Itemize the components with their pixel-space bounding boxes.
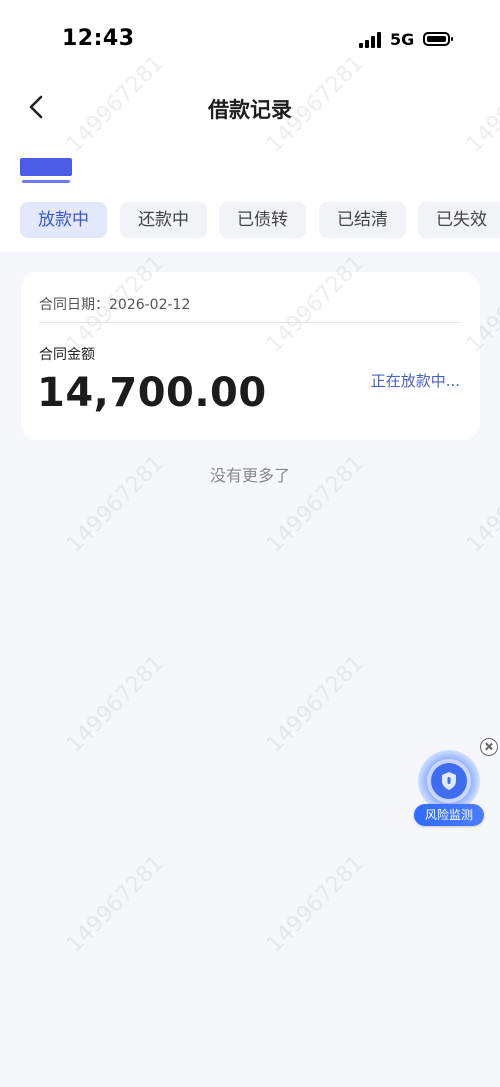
network-type: 5G	[390, 30, 415, 49]
redaction-underline	[22, 180, 70, 183]
amount-label: 合同金额	[39, 347, 95, 363]
tab-settled[interactable]: 已结清	[319, 202, 406, 238]
risk-monitor-button[interactable]: 风险监测	[414, 750, 488, 830]
risk-core	[431, 763, 467, 799]
contract-date: 合同日期：2026-02-12	[39, 297, 191, 313]
shield-icon	[442, 772, 456, 790]
signal-icon	[359, 32, 383, 48]
tab-disbursing[interactable]: 放款中	[20, 202, 107, 238]
status-bar: 12:43 5G	[0, 0, 500, 80]
battery-icon	[423, 32, 453, 46]
status-time: 12:43	[62, 26, 135, 51]
nav-bar: 借款记录	[0, 80, 500, 136]
loan-record-card[interactable]: 合同日期：2026-02-12 合同金额 14,700.00 正在放款中...	[21, 272, 480, 440]
status-tabs: 放款中 还款中 已债转 已结清 已失效	[20, 202, 500, 238]
list-end-text: 没有更多了	[209, 466, 290, 485]
page-title: 借款记录	[208, 98, 292, 122]
loan-status[interactable]: 正在放款中...	[371, 370, 460, 391]
watermark-text: 149967281	[262, 850, 369, 958]
watermark-text: 149967281	[62, 650, 169, 758]
tab-repaying[interactable]: 还款中	[120, 202, 207, 238]
watermark-text: 149967281	[62, 850, 169, 958]
risk-monitor-label: 风险监测	[414, 804, 484, 826]
tab-transferred[interactable]: 已债转	[219, 202, 306, 238]
contract-amount: 14,700.00	[37, 370, 267, 416]
watermark-text: 149967281	[262, 650, 369, 758]
tab-expired[interactable]: 已失效	[418, 202, 500, 238]
redaction-mark	[20, 158, 72, 176]
card-divider	[39, 322, 462, 323]
